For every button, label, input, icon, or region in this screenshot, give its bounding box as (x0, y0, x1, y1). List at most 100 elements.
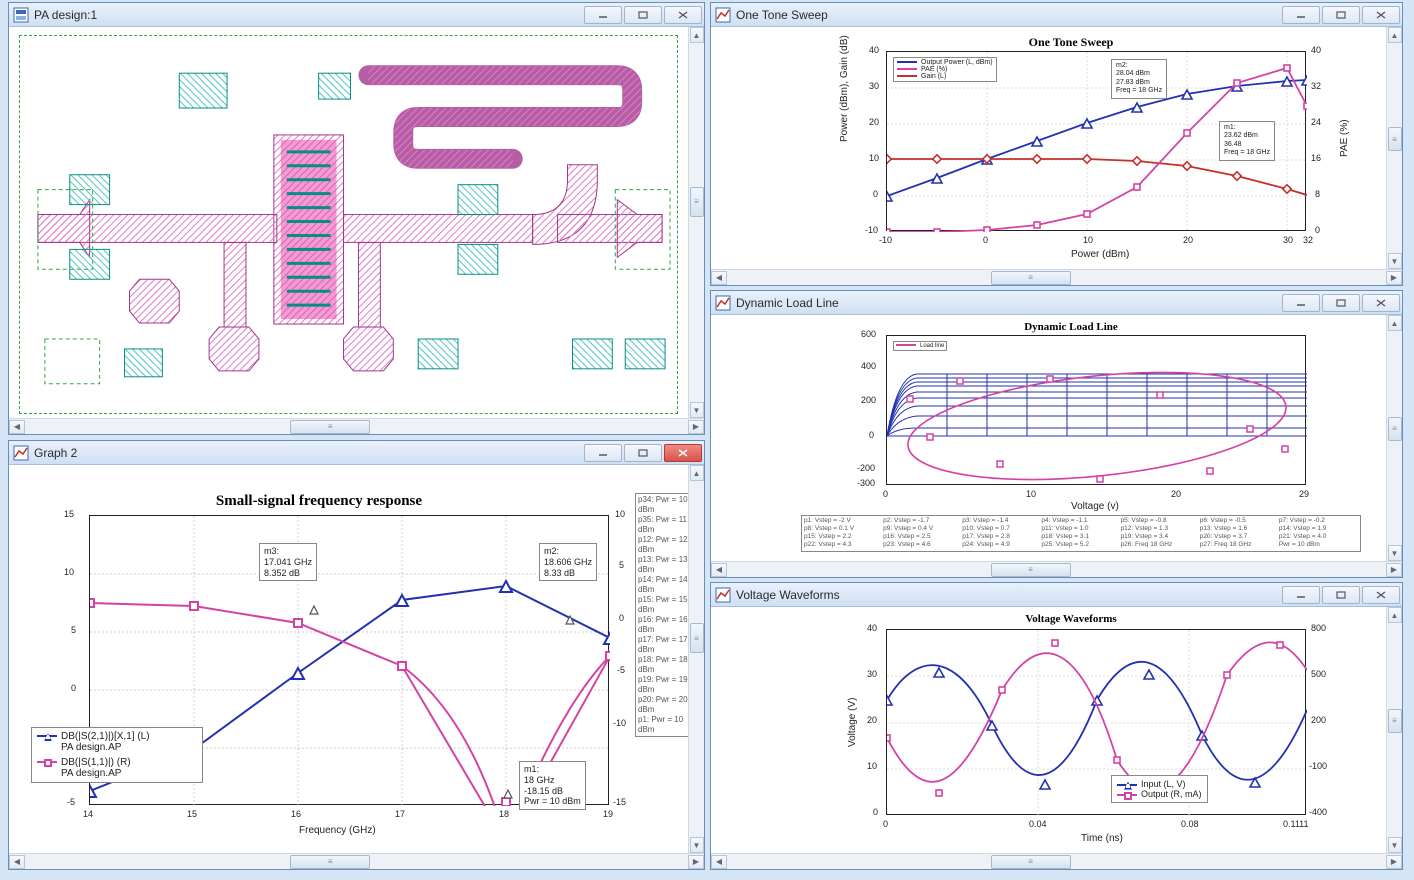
y-axis-label-left: Voltage (V) (847, 698, 858, 747)
maximize-button[interactable] (624, 6, 662, 24)
close-button[interactable] (1362, 294, 1400, 312)
titlebar-voltage[interactable]: Voltage Waveforms (711, 583, 1402, 607)
y-left-tick: 200 (861, 395, 876, 405)
x-tick: 17 (395, 809, 405, 819)
chart-icon (13, 445, 29, 461)
horizontal-scrollbar[interactable]: ◀≡▶ (711, 561, 1402, 577)
y-left-tick: 20 (869, 117, 879, 127)
y-right-tick: 500 (1311, 669, 1326, 679)
legend-entry: DB(|S(1,1)|) (R) (61, 757, 131, 768)
marker-m3: m3: 17.041 GHz 8.352 dB (259, 543, 317, 581)
x-tick: 10 (1083, 235, 1093, 245)
y-left-tick: 0 (873, 807, 878, 817)
close-button[interactable] (1362, 6, 1400, 24)
dynamic-load-plot[interactable]: Dynamic Load Line (711, 315, 1402, 577)
maximize-button[interactable] (1322, 586, 1360, 604)
titlebar-one-tone[interactable]: One Tone Sweep (711, 3, 1402, 27)
legend: DB(|S(2,1)|)[X,1] (L) PA design.AP DB(|S… (31, 727, 203, 783)
titlebar-dynamic-load[interactable]: Dynamic Load Line (711, 291, 1402, 315)
marker-m2: m2: 18.606 GHz 8.33 dB (539, 543, 597, 581)
y-right-tick: 5 (619, 560, 624, 570)
legend-entry: DB(|S(2,1)|)[X,1] (L) (61, 731, 150, 742)
vertical-scrollbar[interactable]: ▲≡▼ (688, 465, 704, 853)
graph2-plot[interactable]: Small-signal frequency response (9, 465, 704, 869)
y-left-tick: -300 (857, 478, 875, 488)
y-right-tick: 8 (1315, 189, 1320, 199)
minimize-button[interactable] (1282, 294, 1320, 312)
x-tick: 15 (187, 809, 197, 819)
x-tick: 0 (883, 819, 888, 829)
marker-m2: m2:28.04 dBm 27.83 dBmFreq = 18 GHz (1111, 59, 1167, 99)
x-tick: 20 (1171, 489, 1181, 499)
y-right-tick: -100 (1309, 761, 1327, 771)
voltage-plot[interactable]: Voltage Waveforms (711, 607, 1402, 869)
y-right-tick: 32 (1311, 81, 1321, 91)
vertical-scrollbar[interactable]: ▲≡▼ (1386, 607, 1402, 853)
x-axis-label: Frequency (GHz) (299, 825, 376, 836)
x-axis-label: Power (dBm) (1071, 249, 1129, 260)
y-left-tick: 10 (867, 761, 877, 771)
x-tick: 32 (1303, 235, 1313, 245)
x-tick: 19 (603, 809, 613, 819)
x-axis-label: Voltage (v) (1071, 501, 1119, 512)
minimize-button[interactable] (584, 444, 622, 462)
vertical-scrollbar[interactable]: ▲≡▼ (1386, 27, 1402, 269)
titlebar-pa-design[interactable]: PA design:1 (9, 3, 704, 27)
close-button[interactable] (664, 6, 702, 24)
maximize-button[interactable] (624, 444, 662, 462)
y-left-tick: 10 (869, 153, 879, 163)
horizontal-scrollbar[interactable]: ◀≡▶ (9, 853, 704, 869)
chart-title: Dynamic Load Line (861, 321, 1281, 333)
legend: Output Power (L, dBm) PAE (%) Gain (L) (893, 57, 997, 82)
dc-bias-table: p1: Vstep = -2 Vp2: Vstep = -1.7p3: Vste… (801, 515, 1361, 552)
maximize-button[interactable] (1322, 294, 1360, 312)
horizontal-scrollbar[interactable]: ◀≡▶ (711, 269, 1402, 285)
marker-m1: m1:23.62 dBm 36.48Freq = 18 GHz (1219, 121, 1275, 161)
horizontal-scrollbar[interactable]: ◀≡▶ (711, 853, 1402, 869)
close-button[interactable] (1362, 586, 1400, 604)
minimize-button[interactable] (1282, 6, 1320, 24)
close-button[interactable] (664, 444, 702, 462)
window-one-tone: One Tone Sweep One Tone Sweep (710, 2, 1403, 286)
chart-icon (715, 295, 731, 311)
y-right-tick: 40 (1311, 45, 1321, 55)
y-right-tick: 0 (619, 613, 624, 623)
vertical-scrollbar[interactable]: ▲≡▼ (1386, 315, 1402, 561)
x-tick: 10 (1026, 489, 1036, 499)
chart-icon (715, 587, 731, 603)
vertical-scrollbar[interactable]: ▲≡▼ (688, 27, 704, 418)
x-tick: 29 (1299, 489, 1309, 499)
window-dynamic-load: Dynamic Load Line Dynamic Load Line (710, 290, 1403, 578)
y-left-tick: 15 (64, 509, 74, 519)
legend: Load line (893, 341, 947, 351)
minimize-button[interactable] (1282, 586, 1320, 604)
y-left-tick: 30 (867, 669, 877, 679)
window-pa-design: PA design:1 (8, 2, 705, 435)
x-tick: 18 (499, 809, 509, 819)
x-tick: 0.1111 (1283, 819, 1309, 829)
y-left-tick: 0 (873, 189, 878, 199)
x-tick: 20 (1183, 235, 1193, 245)
x-tick: 0.08 (1181, 819, 1199, 829)
y-right-tick: 10 (615, 509, 625, 519)
y-right-tick: -400 (1309, 807, 1327, 817)
titlebar-graph2[interactable]: Graph 2 (9, 441, 704, 465)
y-left-tick: -5 (67, 797, 75, 807)
one-tone-plot[interactable]: One Tone Sweep (711, 27, 1402, 285)
title-graph2: Graph 2 (34, 446, 582, 460)
horizontal-scrollbar[interactable]: ◀≡▶ (9, 418, 704, 434)
minimize-button[interactable] (584, 6, 622, 24)
chart-title: Small-signal frequency response (9, 493, 629, 510)
title-one-tone: One Tone Sweep (736, 8, 1280, 22)
trace-list: p34: Pwr = 10 dBmp35: Pwr = 11 dBm p12: … (635, 493, 693, 737)
y-axis-label-right: PAE (%) (1339, 119, 1350, 157)
maximize-button[interactable] (1322, 6, 1360, 24)
mmic-layout-canvas[interactable] (19, 35, 678, 414)
x-axis-label: Time (ns) (1081, 833, 1123, 844)
y-left-tick: 600 (861, 329, 876, 339)
y-left-tick: -200 (857, 463, 875, 473)
chart-title: Voltage Waveforms (861, 613, 1281, 625)
y-left-tick: 5 (71, 625, 76, 635)
y-right-tick: -10 (613, 718, 626, 728)
y-right-tick: 800 (1311, 623, 1326, 633)
